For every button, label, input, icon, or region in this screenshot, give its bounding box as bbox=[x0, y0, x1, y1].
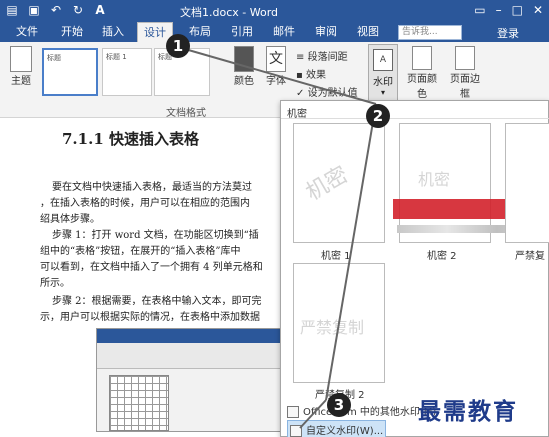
paragraph-line: 步骤 1：打开 word 文档，在功能区切换到“插 bbox=[52, 230, 259, 241]
watermark-button[interactable]: A 水印 ▾ bbox=[368, 44, 398, 102]
callout-2: 2 bbox=[366, 104, 390, 128]
thumb-label: 机密 1 bbox=[321, 251, 351, 262]
tab-insert[interactable]: 插入 bbox=[96, 22, 130, 42]
effects-button[interactable]: ▪ 效果 bbox=[296, 66, 326, 81]
menu-custom-watermark[interactable]: 自定义水印(W)... bbox=[287, 420, 387, 437]
paragraph-line: ，在插入表格的时候，用户可以在相应的范围内 bbox=[40, 198, 250, 209]
window-controls: ▭ – □ ✕ bbox=[474, 3, 543, 17]
paragraph-spacing-icon: ≡ bbox=[296, 52, 305, 63]
close-icon[interactable]: ✕ bbox=[533, 3, 543, 17]
tell-me-input[interactable]: 告诉我... bbox=[398, 25, 462, 40]
tab-home[interactable]: 开始 bbox=[52, 22, 92, 42]
brand-logo: 最需教育 bbox=[418, 398, 518, 425]
undo-icon[interactable]: ↶ bbox=[48, 2, 64, 18]
watermark-dropdown: 机密 机密 机密 1 机密 机密 2 严禁复 严禁复制 严禁复制 2 Offic… bbox=[280, 100, 549, 437]
watermark-thumb-donotcopy-2[interactable]: 严禁复制 bbox=[293, 263, 385, 383]
tab-view[interactable]: 视图 bbox=[350, 22, 386, 42]
group-label-doc-format: 文档格式 bbox=[166, 108, 206, 119]
minimize-icon[interactable]: – bbox=[496, 3, 502, 17]
checkmark-icon: ✓ bbox=[296, 88, 305, 99]
effects-icon: ▪ bbox=[296, 70, 303, 81]
dropdown-arrow-icon: ▾ bbox=[380, 88, 385, 97]
window-title: 文档1.docx - Word bbox=[180, 6, 279, 19]
colors-icon bbox=[234, 46, 254, 72]
style-set-1[interactable]: 标题 bbox=[42, 48, 98, 96]
ribbon-tabs: 文件 开始 插入 设计 布局 引用 邮件 审阅 视图 告诉我... 登录 bbox=[0, 22, 549, 42]
font-size-icon[interactable]: A bbox=[92, 2, 108, 18]
custom-watermark-icon bbox=[290, 425, 302, 437]
page-border-button[interactable]: 页面边框 bbox=[446, 46, 484, 100]
tab-file[interactable]: 文件 bbox=[10, 22, 44, 42]
page-color-icon bbox=[412, 46, 432, 70]
word-doc-icon: ▤ bbox=[6, 3, 18, 17]
page-border-icon bbox=[455, 46, 475, 70]
save-icon[interactable]: ▣ bbox=[26, 2, 42, 18]
page-color-button[interactable]: 页面颜色 bbox=[404, 46, 440, 100]
callout-3: 3 bbox=[327, 393, 351, 417]
paragraph-spacing-button[interactable]: ≡ 段落间距 bbox=[296, 48, 348, 63]
callout-1: 1 bbox=[166, 34, 190, 58]
paragraph-line: 绍具体步骤。 bbox=[40, 214, 100, 225]
watermark-thumb-confidential-1[interactable]: 机密 bbox=[293, 123, 385, 243]
title-bar: ▤ ▣ ↶ ↻ A 文档1.docx - Word ▭ – □ ✕ bbox=[0, 0, 549, 22]
ribbon-options-icon[interactable]: ▭ bbox=[474, 3, 485, 17]
colors-button[interactable]: 颜色 bbox=[230, 46, 258, 87]
menu-office-watermarks[interactable]: Office.com 中的其他水印(M) bbox=[287, 403, 436, 418]
office-watermark-icon bbox=[287, 406, 299, 418]
paragraph-line: 步骤 2：根据需要，在表格中输入文本，即可完 bbox=[52, 296, 262, 307]
watermark-thumb-donotcopy-1[interactable] bbox=[505, 123, 549, 243]
restore-icon[interactable]: □ bbox=[512, 3, 523, 17]
thumb-label: 机密 2 bbox=[427, 251, 457, 262]
table-grid-preview bbox=[109, 375, 169, 431]
document-heading: 7.1.1 快速插入表格 bbox=[62, 130, 199, 148]
tab-review[interactable]: 审阅 bbox=[308, 22, 344, 42]
style-set-2[interactable]: 标题 1 bbox=[102, 48, 152, 96]
paragraph-line: 要在文档中快速插入表格，最适当的方法莫过 bbox=[52, 182, 252, 193]
themes-icon bbox=[10, 46, 32, 72]
quick-access-toolbar: ▤ ▣ ↶ ↻ A bbox=[4, 2, 108, 18]
fonts-icon: 文 bbox=[266, 46, 286, 72]
themes-button[interactable]: 主题 bbox=[6, 46, 36, 87]
tab-mailings[interactable]: 邮件 bbox=[266, 22, 302, 42]
redo-icon[interactable]: ↻ bbox=[70, 2, 86, 18]
thumb-label: 严禁复 bbox=[515, 251, 545, 262]
fonts-button[interactable]: 文 字体 bbox=[262, 46, 290, 87]
login-link[interactable]: 登录 bbox=[497, 25, 519, 41]
paragraph-line: 所示。 bbox=[40, 278, 70, 289]
watermark-icon: A bbox=[373, 49, 393, 71]
tab-references[interactable]: 引用 bbox=[224, 22, 260, 42]
paragraph-line: 组中的“表格”按钮，在展开的“插入表格”库中 bbox=[40, 246, 241, 257]
paragraph-line: 示，用户可以根据实际的情况，在表格中添加数据 bbox=[40, 312, 260, 323]
embedded-screenshot bbox=[96, 328, 286, 432]
paragraph-line: 可以看到，在文档中插入了一个拥有 4 列单元格和 bbox=[40, 262, 263, 273]
set-default-button[interactable]: ✓ 设为默认值 bbox=[296, 84, 358, 99]
